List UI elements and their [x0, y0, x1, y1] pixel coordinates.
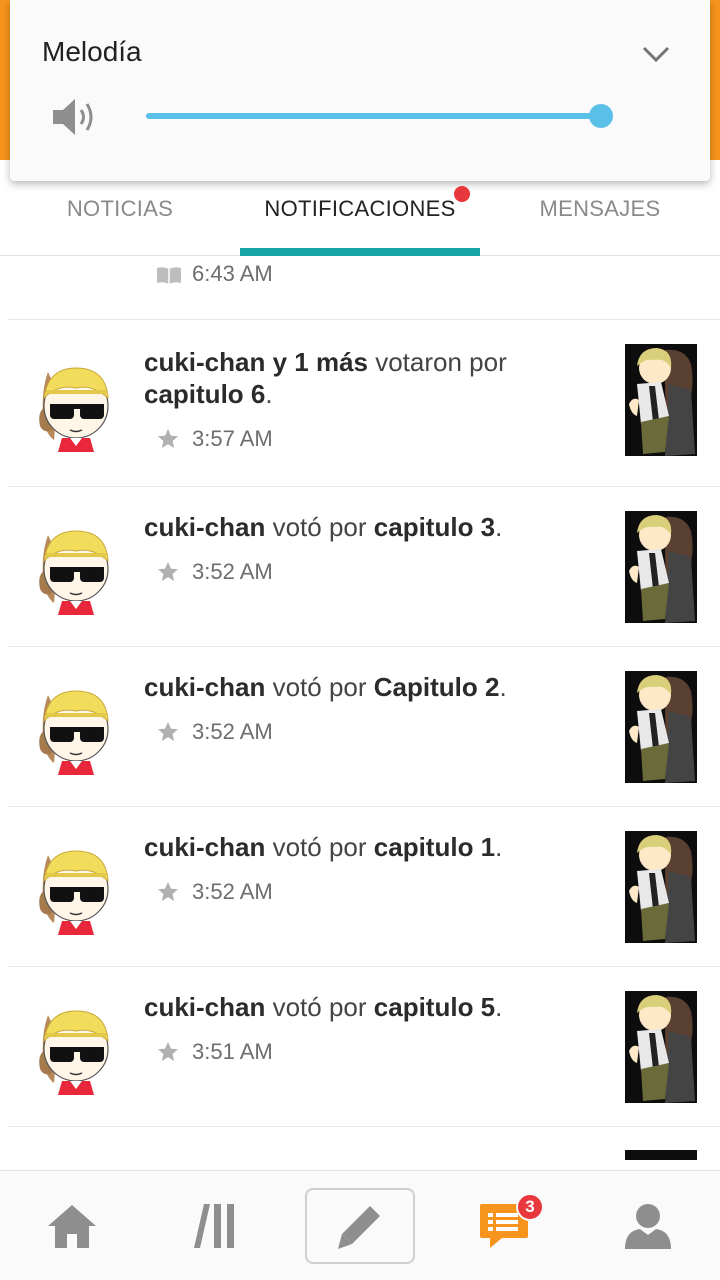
- notification-badge: 3: [516, 1193, 544, 1221]
- story-cover[interactable]: [625, 831, 697, 943]
- story-cover[interactable]: [625, 991, 697, 1103]
- volume-slider-thumb[interactable]: [588, 104, 613, 128]
- notification-text: cuki-chan votó por capitulo 3.: [144, 511, 574, 543]
- nav-write[interactable]: [288, 1171, 432, 1280]
- list-item[interactable]: 6:43 AM: [8, 257, 720, 320]
- notification-meta: 3:52 AM: [156, 717, 273, 747]
- notification-period: .: [495, 992, 503, 1022]
- star-icon: [158, 1042, 178, 1061]
- user-avatar[interactable]: [30, 354, 112, 452]
- notification-text: cuki-chan y 1 más votaron por capitulo 6…: [144, 346, 574, 410]
- bottom-nav: [0, 1170, 720, 1280]
- user-avatar[interactable]: [30, 997, 112, 1095]
- list-item[interactable]: cuki-chan votó por Capitulo 2. 3:52 AM: [8, 647, 720, 807]
- story-cover[interactable]: [625, 671, 697, 783]
- notification-text: cuki-chan votó por Capitulo 2.: [144, 671, 574, 703]
- nav-home[interactable]: [0, 1171, 144, 1280]
- notification-story[interactable]: capitulo 3: [374, 512, 495, 542]
- notification-text: cuki-chan votó por capitulo 5.: [144, 991, 574, 1023]
- nav-library[interactable]: [144, 1171, 288, 1280]
- pencil-icon: [338, 1202, 384, 1249]
- notification-user[interactable]: cuki-chan y 1 más: [144, 347, 368, 377]
- notification-user[interactable]: cuki-chan: [144, 992, 265, 1022]
- notification-story[interactable]: capitulo 1: [374, 832, 495, 862]
- notification-meta: 3:52 AM: [156, 557, 273, 587]
- home-icon: [48, 1205, 96, 1248]
- volume-icon[interactable]: [50, 94, 98, 140]
- list-item[interactable]: cuki-chan y 1 más votaron por capitulo 6…: [8, 320, 720, 487]
- notification-time: 3:51 AM: [192, 1039, 273, 1064]
- notification-period: .: [499, 672, 507, 702]
- volume-slider[interactable]: [146, 104, 613, 128]
- list-item[interactable]: cuki-chan votó por capitulo 3. 3:52 AM: [8, 487, 720, 647]
- star-icon: [158, 722, 178, 741]
- notification-list[interactable]: 6:43 AM cuki-chan y 1 más votaron por ca…: [0, 257, 720, 1170]
- user-avatar[interactable]: [30, 837, 112, 935]
- notification-action: votaron por: [368, 347, 507, 377]
- user-avatar[interactable]: [30, 677, 112, 775]
- user-avatar[interactable]: [30, 517, 112, 615]
- notification-user[interactable]: cuki-chan: [144, 512, 265, 542]
- list-item[interactable]: [8, 1127, 720, 1170]
- notification-time: 3:52 AM: [192, 879, 273, 904]
- notification-story[interactable]: capitulo 6: [144, 379, 265, 409]
- story-cover[interactable]: [625, 511, 697, 623]
- volume-panel: Melodía: [10, 0, 710, 181]
- notification-time: 3:52 AM: [192, 719, 273, 744]
- notification-action: votó por: [265, 992, 374, 1022]
- notification-time: 3:57 AM: [192, 426, 273, 451]
- star-icon: [158, 882, 178, 901]
- star-icon: [158, 562, 178, 581]
- notification-story[interactable]: capitulo 5: [374, 992, 495, 1022]
- write-button[interactable]: [305, 1188, 415, 1264]
- notification-action: votó por: [265, 512, 374, 542]
- book-icon: [157, 267, 181, 284]
- nav-notifications[interactable]: [432, 1171, 576, 1280]
- notification-text: cuki-chan votó por capitulo 1.: [144, 831, 574, 863]
- volume-stream-title: Melodía: [42, 36, 142, 67]
- notification-action: votó por: [265, 832, 374, 862]
- profile-icon: [625, 1204, 671, 1249]
- notification-user[interactable]: cuki-chan: [144, 672, 265, 702]
- notification-meta: 3:51 AM: [156, 1037, 273, 1067]
- notification-period: .: [265, 379, 273, 409]
- unread-dot: [454, 186, 470, 202]
- notification-meta: 3:57 AM: [156, 424, 273, 454]
- story-cover[interactable]: [625, 1150, 697, 1160]
- volume-slider-fill: [146, 113, 601, 119]
- notification-meta: 3:52 AM: [156, 877, 273, 907]
- library-icon: [194, 1204, 234, 1248]
- notification-user[interactable]: cuki-chan: [144, 832, 265, 862]
- star-icon: [158, 429, 178, 448]
- list-item[interactable]: cuki-chan votó por capitulo 1. 3:52 AM: [8, 807, 720, 967]
- notification-story[interactable]: Capitulo 2: [374, 672, 500, 702]
- notification-time: 6:43 AM: [192, 261, 273, 286]
- nav-profile[interactable]: [576, 1171, 720, 1280]
- story-cover[interactable]: [625, 344, 697, 456]
- notification-period: .: [495, 832, 503, 862]
- list-item[interactable]: cuki-chan votó por capitulo 5. 3:51 AM: [8, 967, 720, 1127]
- notification-action: votó por: [265, 672, 374, 702]
- active-tab-indicator: [240, 248, 480, 256]
- chevron-down-icon[interactable]: [638, 36, 674, 72]
- notification-time: 3:52 AM: [192, 559, 273, 584]
- notification-period: .: [495, 512, 503, 542]
